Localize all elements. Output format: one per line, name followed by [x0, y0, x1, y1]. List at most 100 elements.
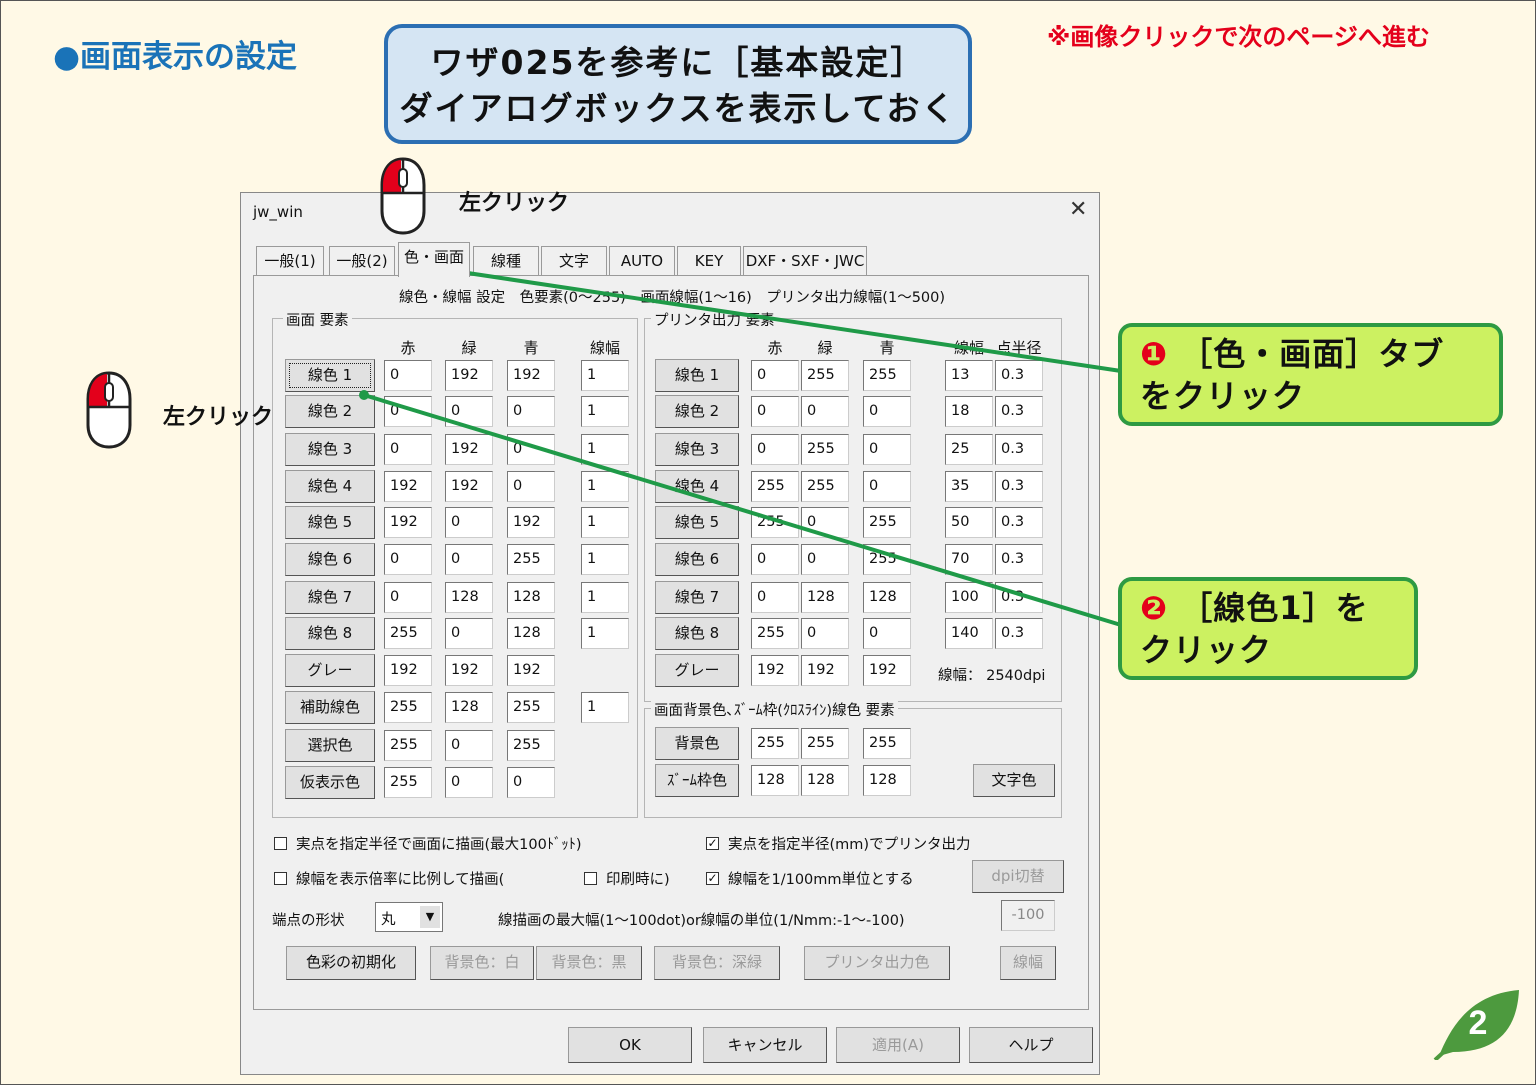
screen-w-field[interactable]: 1 — [581, 618, 629, 649]
screen-g-field[interactable]: 0 — [445, 544, 493, 575]
printer-color-2-button[interactable]: 線色 2 — [655, 395, 739, 428]
screen-w-field[interactable]: 1 — [581, 471, 629, 502]
screen-g-field[interactable]: 0 — [445, 507, 493, 538]
screen-b-field[interactable]: 128 — [507, 582, 555, 613]
printer-w-field[interactable]: 70 — [945, 544, 993, 575]
printer-p-field[interactable]: 0.3 — [995, 434, 1043, 465]
opt-screen-point-checkbox[interactable] — [274, 837, 287, 850]
printer-w-field[interactable]: 18 — [945, 396, 993, 427]
tab-dxf-sxf-jwc[interactable]: DXF・SXF・JWC — [743, 246, 867, 276]
opt-width-unit-checkbox[interactable]: ✓ — [706, 872, 719, 885]
dpi-toggle-button[interactable]: dpi切替 — [972, 860, 1064, 893]
bg-g-field[interactable]: 128 — [801, 765, 849, 796]
printer-r-field[interactable]: 255 — [751, 618, 799, 649]
printer-p-field[interactable]: 0.3 — [995, 544, 1043, 575]
screen-b-field[interactable]: 192 — [507, 507, 555, 538]
printer-b-field[interactable]: 255 — [863, 360, 911, 391]
printer-g-field[interactable]: 192 — [801, 655, 849, 686]
screen-w-field[interactable]: 1 — [581, 692, 629, 723]
printer-w-field[interactable]: 100 — [945, 582, 993, 613]
printer-b-field[interactable]: 128 — [863, 582, 911, 613]
printer-color-8-button[interactable]: 線色 8 — [655, 617, 739, 650]
tab-key[interactable]: KEY — [677, 246, 741, 276]
printer-w-field[interactable]: 140 — [945, 618, 993, 649]
printer-r-field[interactable]: 255 — [751, 471, 799, 502]
screen-g-field[interactable]: 128 — [445, 582, 493, 613]
screen-b-field[interactable]: 255 — [507, 730, 555, 761]
cancel-button[interactable]: キャンセル — [703, 1027, 827, 1063]
bg-b-field[interactable]: 255 — [863, 728, 911, 759]
screen-b-field[interactable]: 0 — [507, 396, 555, 427]
printer-color-5-button[interactable]: 線色 5 — [655, 506, 739, 539]
tab-general-2[interactable]: 一般(2) — [329, 246, 395, 276]
printer-r-field[interactable]: 0 — [751, 396, 799, 427]
printer-r-field[interactable]: 0 — [751, 434, 799, 465]
printer-p-field[interactable]: 0.3 — [995, 471, 1043, 502]
screen-g-field[interactable]: 0 — [445, 396, 493, 427]
close-icon[interactable]: ✕ — [1069, 197, 1087, 222]
tab-text[interactable]: 文字 — [541, 246, 607, 276]
printer-color-6-button[interactable]: 線色 6 — [655, 543, 739, 576]
bg-dark-green-button[interactable]: 背景色：深緑 — [654, 946, 780, 980]
screen-color-8-button[interactable]: 線色 8 — [285, 617, 375, 650]
printer-w-field[interactable]: 35 — [945, 471, 993, 502]
screen-w-field[interactable]: 1 — [581, 434, 629, 465]
printer-w-field[interactable]: 50 — [945, 507, 993, 538]
screen-w-field[interactable]: 1 — [581, 507, 629, 538]
screen-b-field[interactable]: 0 — [507, 434, 555, 465]
help-button[interactable]: ヘルプ — [969, 1027, 1093, 1063]
printer-color-7-button[interactable]: 線色 7 — [655, 581, 739, 614]
printer-b-field[interactable]: 255 — [863, 544, 911, 575]
screen-r-field[interactable]: 0 — [384, 396, 432, 427]
printer-w-field[interactable]: 13 — [945, 360, 993, 391]
printer-p-field[interactable]: 0.3 — [995, 582, 1043, 613]
text-color-button[interactable]: 文字色 — [973, 764, 1055, 797]
screen-color-4-button[interactable]: 線色 4 — [285, 470, 375, 503]
printer-b-field[interactable]: 0 — [863, 396, 911, 427]
printer-b-field[interactable]: 0 — [863, 471, 911, 502]
screen-color-12-button[interactable]: 仮表示色 — [285, 766, 375, 799]
screen-g-field[interactable]: 0 — [445, 730, 493, 761]
bg-b-field[interactable]: 128 — [863, 765, 911, 796]
screen-b-field[interactable]: 192 — [507, 360, 555, 391]
printer-g-field[interactable]: 0 — [801, 396, 849, 427]
line-width-button[interactable]: 線幅 — [1000, 946, 1056, 980]
screen-color-3-button[interactable]: 線色 3 — [285, 433, 375, 466]
screen-g-field[interactable]: 192 — [445, 360, 493, 391]
printer-color-button[interactable]: プリンタ出力色 — [804, 946, 950, 980]
printer-color-3-button[interactable]: 線色 3 — [655, 433, 739, 466]
screen-color-1-button[interactable]: 線色 1 — [285, 359, 375, 392]
printer-g-field[interactable]: 255 — [801, 434, 849, 465]
screen-b-field[interactable]: 0 — [507, 767, 555, 798]
page-number-leaf-icon[interactable]: 2 — [1431, 986, 1523, 1060]
screen-g-field[interactable]: 0 — [445, 767, 493, 798]
screen-color-9-button[interactable]: グレー — [285, 654, 375, 687]
bg-r-field[interactable]: 255 — [751, 728, 799, 759]
screen-g-field[interactable]: 192 — [445, 434, 493, 465]
printer-r-field[interactable]: 0 — [751, 544, 799, 575]
opt-scale-width-checkbox[interactable] — [274, 872, 287, 885]
printer-p-field[interactable]: 0.3 — [995, 396, 1043, 427]
apply-button[interactable]: 適用(A) — [836, 1027, 960, 1063]
screen-g-field[interactable]: 128 — [445, 692, 493, 723]
printer-p-field[interactable]: 0.3 — [995, 360, 1043, 391]
printer-b-field[interactable]: 255 — [863, 507, 911, 538]
screen-b-field[interactable]: 192 — [507, 655, 555, 686]
screen-r-field[interactable]: 255 — [384, 692, 432, 723]
screen-g-field[interactable]: 192 — [445, 655, 493, 686]
printer-g-field[interactable]: 255 — [801, 471, 849, 502]
screen-r-field[interactable]: 0 — [384, 434, 432, 465]
screen-r-field[interactable]: 0 — [384, 544, 432, 575]
screen-w-field[interactable]: 1 — [581, 396, 629, 427]
bg-black-button[interactable]: 背景色：黒 — [536, 946, 642, 980]
screen-color-6-button[interactable]: 線色 6 — [285, 543, 375, 576]
printer-r-field[interactable]: 255 — [751, 507, 799, 538]
screen-r-field[interactable]: 255 — [384, 767, 432, 798]
screen-color-5-button[interactable]: 線色 5 — [285, 506, 375, 539]
printer-b-field[interactable]: 0 — [863, 434, 911, 465]
slide[interactable]: ●画面表示の設定 ※画像クリックで次のページへ進む ワザ025を参考に［基本設定… — [0, 0, 1536, 1085]
printer-g-field[interactable]: 0 — [801, 618, 849, 649]
screen-w-field[interactable]: 1 — [581, 544, 629, 575]
screen-r-field[interactable]: 192 — [384, 655, 432, 686]
bg-element-2-button[interactable]: ｽﾞｰﾑ枠色 — [655, 764, 739, 797]
